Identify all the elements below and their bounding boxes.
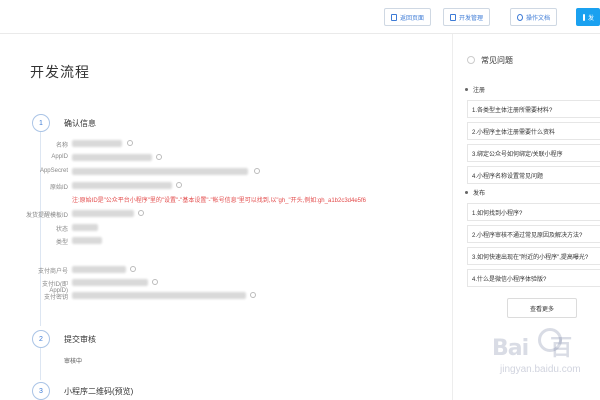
field-label: 发货提醒模板ID bbox=[25, 213, 68, 219]
field-value bbox=[72, 210, 134, 217]
faq-item[interactable]: 1.如何找到小程序? bbox=[467, 203, 600, 221]
step-title: 提交审核 bbox=[64, 335, 96, 344]
question-icon bbox=[467, 56, 475, 64]
field-value bbox=[72, 279, 148, 286]
field-value bbox=[72, 292, 246, 299]
original-id-hint: 注:原始ID是"公众平台小程序"里的"设置"-"基本设置"-"帐号信息"里可以找… bbox=[72, 198, 367, 204]
field-label: 状态 bbox=[55, 227, 68, 233]
step-number: 3 bbox=[32, 382, 50, 400]
baidu-watermark: Bai 百 jingyan.baidu.com bbox=[492, 318, 592, 388]
main-content: 开发流程 1 确认信息 名称 AppID AppSecret 原始ID 注:原始… bbox=[0, 34, 450, 400]
faq-item[interactable]: 3.绑定公众号如何绑定/关联小程序 bbox=[467, 144, 600, 162]
field-label: 类型 bbox=[55, 240, 68, 246]
field-value bbox=[72, 140, 122, 147]
check-icon bbox=[152, 279, 158, 285]
watermark-url: jingyan.baidu.com bbox=[500, 364, 581, 375]
field-value bbox=[72, 182, 172, 189]
check-icon bbox=[156, 154, 162, 160]
faq-item[interactable]: 4.什么是微信小程序体验版? bbox=[467, 269, 600, 287]
step-number: 2 bbox=[32, 330, 50, 348]
faq-category: 发布 bbox=[465, 188, 485, 197]
step-title: 确认信息 bbox=[64, 119, 96, 128]
field-label: 支付密钥 bbox=[43, 295, 68, 301]
check-icon bbox=[176, 182, 182, 188]
page-title: 开发流程 bbox=[30, 64, 90, 80]
top-toolbar: 返回页面 开发管理 操作文档 发 bbox=[0, 0, 600, 34]
field-label: AppID bbox=[51, 154, 68, 160]
refresh-icon bbox=[517, 13, 523, 21]
field-value bbox=[72, 154, 152, 161]
faq-item[interactable]: 2.小程序审核不通过常见原因及解决方法? bbox=[467, 225, 600, 243]
faq-item[interactable]: 2.小程序主体注册需要什么资料 bbox=[467, 122, 600, 140]
view-more-button[interactable]: 查看更多 bbox=[507, 298, 577, 318]
docs-button[interactable]: 操作文档 bbox=[510, 8, 558, 26]
dev-manage-button[interactable]: 开发管理 bbox=[443, 8, 491, 26]
paw-icon bbox=[538, 328, 562, 352]
field-label: 名称 bbox=[55, 143, 68, 149]
step-number: 1 bbox=[32, 114, 50, 132]
bullet-icon bbox=[465, 88, 468, 91]
check-icon bbox=[127, 140, 133, 146]
field-label: 支付商户号 bbox=[37, 269, 68, 275]
field-value bbox=[72, 168, 248, 175]
publish-button[interactable]: 发 bbox=[576, 8, 600, 26]
step-connector bbox=[40, 348, 41, 380]
check-icon bbox=[130, 266, 136, 272]
field-value bbox=[72, 224, 98, 231]
field-value bbox=[72, 266, 126, 273]
bullet-icon bbox=[465, 191, 468, 194]
faq-title: 常见问题 bbox=[481, 56, 513, 65]
field-label: 原始ID bbox=[49, 185, 68, 191]
faq-item[interactable]: 4.小程序名称设置常见问题 bbox=[467, 166, 600, 184]
return-page-button[interactable]: 返回页面 bbox=[384, 8, 432, 26]
monitor-icon bbox=[450, 13, 456, 21]
faq-item[interactable]: 1.各类型主体注册所需要材料? bbox=[467, 100, 600, 118]
step-title: 小程序二维码(预览) bbox=[64, 387, 134, 396]
field-value bbox=[72, 237, 102, 244]
field-label: AppSecret bbox=[39, 168, 68, 174]
faq-item[interactable]: 3.如何快速出现在"附近的小程序",提高曝光? bbox=[467, 247, 600, 265]
page-icon bbox=[391, 13, 397, 21]
publish-icon bbox=[583, 13, 585, 21]
check-icon bbox=[138, 210, 144, 216]
review-status: 审核中 bbox=[64, 359, 83, 365]
faq-category: 注册 bbox=[465, 85, 485, 94]
check-icon bbox=[250, 292, 256, 298]
check-icon bbox=[254, 168, 260, 174]
